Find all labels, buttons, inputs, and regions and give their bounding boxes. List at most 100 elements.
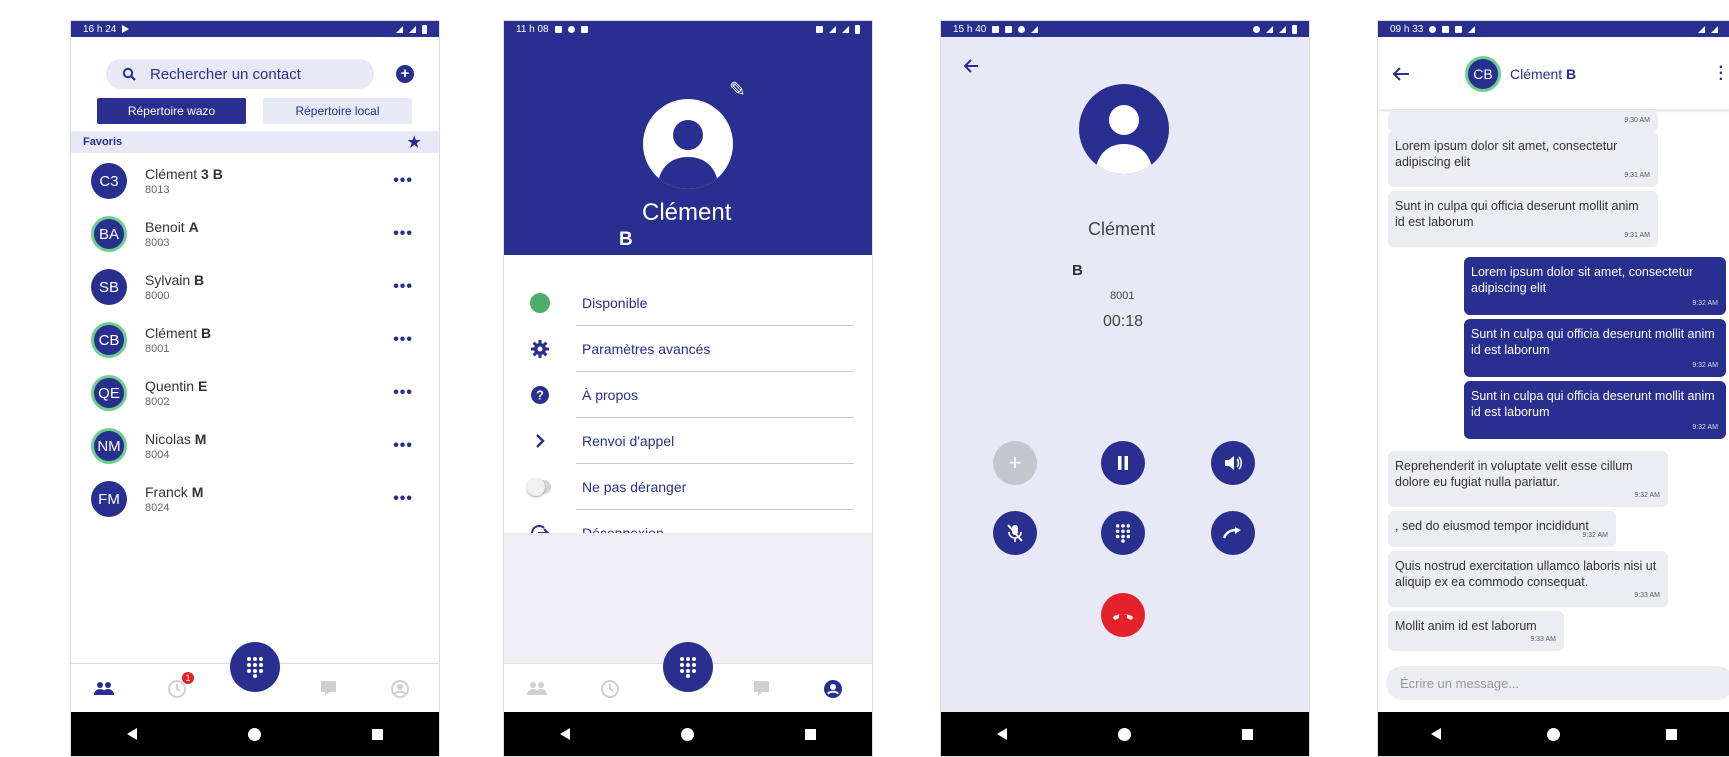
account-icon — [824, 680, 842, 698]
favorites-header: Favoris ★ — [71, 131, 439, 153]
tab-profile[interactable] — [822, 678, 844, 700]
contact-name: Clément B — [145, 325, 211, 341]
back-arrow-icon[interactable] — [963, 59, 979, 73]
back-arrow-icon[interactable] — [1392, 67, 1410, 81]
tab-directory-local[interactable]: Répertoire local — [263, 98, 412, 124]
contact-row[interactable]: FM Franck M 8024 ••• — [71, 474, 439, 524]
contact-more-button[interactable]: ••• — [393, 331, 413, 349]
profile-avatar — [643, 99, 733, 189]
caller-last-name: B — [1072, 262, 1083, 279]
add-call-button[interactable]: + — [993, 441, 1037, 485]
play-icon — [122, 25, 130, 33]
back-icon[interactable] — [126, 728, 137, 740]
back-icon[interactable] — [996, 728, 1007, 740]
menu-item[interactable]: Ne pas déranger — [504, 464, 872, 510]
more-options-icon[interactable]: · · · — [1719, 60, 1724, 88]
message-bubble-incoming: Quis nostrud exercitation ullamco labori… — [1388, 551, 1668, 607]
voicemail-icon — [1018, 25, 1026, 33]
contact-more-button[interactable]: ••• — [393, 490, 413, 508]
tab-messages[interactable] — [319, 678, 341, 700]
star-icon[interactable]: ★ — [408, 133, 421, 151]
contact-row[interactable]: CB Clément B 8001 ••• — [71, 315, 439, 365]
tab-contacts[interactable] — [93, 678, 115, 700]
search-bar[interactable]: Rechercher un contact — [106, 59, 374, 89]
recent-apps-icon[interactable] — [372, 728, 384, 740]
contact-more-button[interactable]: ••• — [393, 172, 413, 190]
contact-avatar: NM — [91, 428, 127, 464]
home-icon[interactable] — [1117, 727, 1131, 741]
status-bar: 16 h 24 — [71, 21, 439, 37]
contact-more-button[interactable]: ••• — [393, 384, 413, 402]
home-icon[interactable] — [247, 727, 261, 741]
recent-apps-icon[interactable] — [1242, 728, 1254, 740]
hangup-icon — [1113, 614, 1133, 620]
status-bar: 11 h 08 — [504, 21, 872, 37]
speaker-button[interactable] — [1211, 441, 1255, 485]
wifi-icon — [829, 25, 836, 33]
tab-profile[interactable] — [389, 678, 411, 700]
tab-history[interactable]: 1 — [166, 672, 194, 700]
contact-last-name: M — [191, 484, 204, 500]
add-contact-button[interactable]: + — [396, 65, 414, 83]
contact-row[interactable]: BA Benoit A 8003 ••• — [71, 209, 439, 259]
status-dot-icon — [529, 293, 551, 313]
dialpad-button[interactable] — [663, 642, 713, 692]
message-bubble-incoming: , sed do eiusmod tempor incididunt 9:32 A… — [1388, 511, 1616, 547]
contact-name: Franck M — [145, 484, 203, 500]
contact-number: 8003 — [145, 237, 170, 249]
menu-item[interactable]: Disponible — [504, 280, 872, 326]
edit-icon[interactable]: ✎ — [729, 77, 746, 102]
contact-text: Quentin E 8002 — [145, 378, 207, 408]
contact-row[interactable]: NM Nicolas M 8004 ••• — [71, 421, 439, 471]
home-icon[interactable] — [680, 727, 694, 741]
wifi-icon — [1698, 25, 1705, 33]
contact-row[interactable]: QE Quentin E 8002 ••• — [71, 368, 439, 418]
signal-icon — [842, 25, 849, 33]
android-nav-bar — [504, 712, 872, 756]
menu-item[interactable]: Paramètres avancés — [504, 326, 872, 372]
message-text: , sed do eiusmod tempor incididunt — [1395, 519, 1589, 533]
contact-row[interactable]: C3 Clément 3 B 8013 ••• — [71, 156, 439, 206]
contact-number: 8000 — [145, 290, 170, 302]
recent-apps-icon[interactable] — [805, 728, 817, 740]
contact-more-button[interactable]: ••• — [393, 278, 413, 296]
menu-item[interactable]: ? À propos — [504, 372, 872, 418]
dialpad-icon — [680, 657, 696, 678]
chat-screen: 09 h 33 CB Clément B · · · 9:30 AM Lorem ip… — [1377, 20, 1729, 757]
hold-button[interactable] — [1101, 441, 1145, 485]
back-icon[interactable] — [1431, 728, 1441, 740]
tab-messages[interactable] — [752, 678, 774, 700]
contact-number: 8004 — [145, 449, 170, 461]
profile-last-name: B — [619, 229, 633, 250]
contact-more-button[interactable]: ••• — [393, 437, 413, 455]
contact-name: Clément 3 B — [145, 166, 223, 182]
contact-more-button[interactable]: ••• — [393, 225, 413, 243]
mute-button[interactable] — [993, 511, 1037, 555]
tab-directory-wazo[interactable]: Répertoire wazo — [97, 98, 246, 124]
signal-icon — [1711, 25, 1718, 33]
search-placeholder: Rechercher un contact — [150, 65, 301, 83]
signal-icon — [1468, 25, 1476, 33]
contact-last-name: A — [188, 219, 199, 235]
message-input[interactable]: Écrire un message... — [1386, 666, 1729, 700]
contact-last-name: B — [194, 272, 205, 288]
call-dialpad-button[interactable] — [1101, 511, 1145, 555]
menu-item[interactable]: Renvoi d'appel — [504, 418, 872, 464]
hangup-button[interactable] — [1101, 593, 1145, 637]
dialpad-button[interactable] — [230, 642, 280, 692]
message-time: 9:30 AM — [1624, 117, 1650, 124]
notification-icon — [1253, 25, 1260, 33]
tab-contacts[interactable] — [526, 678, 548, 700]
transfer-button[interactable] — [1211, 511, 1255, 555]
gear-icon — [529, 339, 551, 359]
message-time: 9:31 AM — [1624, 172, 1650, 179]
message-bubble-outgoing: Sunt in culpa qui officia deserunt molli… — [1464, 381, 1726, 439]
call-background: Clément B 8001 00:18 + — [941, 37, 1309, 712]
home-icon[interactable] — [1547, 727, 1560, 741]
contacts-screen: 16 h 24 Rechercher un contact + Répertoi… — [70, 20, 440, 757]
recent-apps-icon[interactable] — [1666, 728, 1677, 740]
back-icon[interactable] — [559, 728, 570, 740]
tab-history[interactable] — [599, 678, 621, 700]
contact-row[interactable]: SB Sylvain B 8000 ••• — [71, 262, 439, 312]
menu-item-label: Paramètres avancés — [582, 341, 711, 357]
